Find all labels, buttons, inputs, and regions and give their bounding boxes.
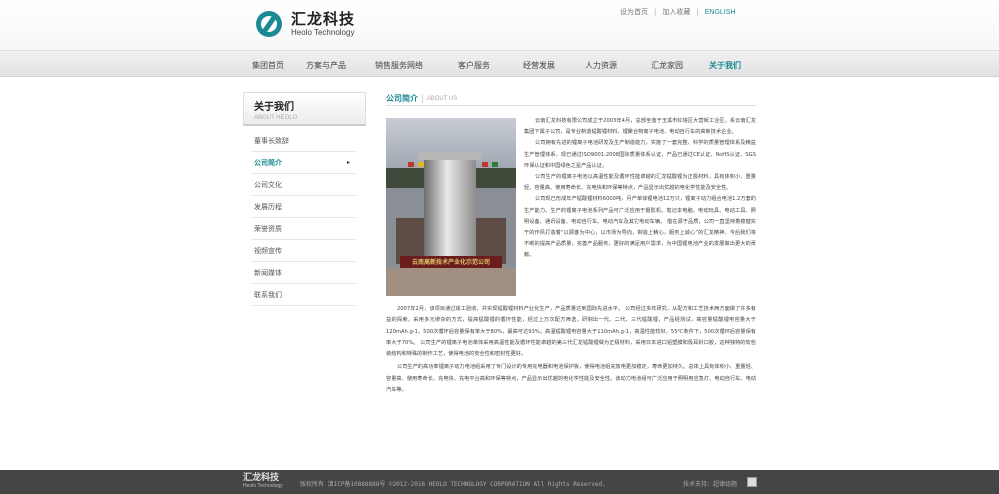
logo-en: Heolo Technology xyxy=(291,27,355,37)
paragraph: 公司拥有先进的锂离子电池研发及生产制造能力，实施了一套完整、科学的质量管理体系及… xyxy=(524,140,756,169)
sidebar-item-chairman[interactable]: 董事长致辞 xyxy=(251,130,356,152)
body-text: 2007年2月，该项目通过竣工验收，并实现锰酸锂材料产业化生产，产品质量达到国际… xyxy=(386,304,756,398)
flag xyxy=(492,162,498,167)
divider: | xyxy=(654,8,657,16)
paragraph: 公司生产的高功率锂离子动力电池组采用了专门设计的专用充电器和电池保护板，使得电池… xyxy=(386,364,756,394)
sidebar-item-honors[interactable]: 荣誉资质 xyxy=(251,218,356,240)
nav-item-hr[interactable]: 人力资源 xyxy=(585,60,617,71)
logo-cn: 汇龙科技 xyxy=(291,9,356,28)
company-logo[interactable]: 汇龙科技 Heolo Technology xyxy=(256,9,355,39)
add-favorite-link[interactable]: 加入收藏 xyxy=(662,7,690,17)
paragraph: 公司现已形成年产锰酸锂材料6000吨，月产单体锂电池12万只，锂离子动力组合电池… xyxy=(524,196,756,259)
stats-icon[interactable] xyxy=(747,477,757,487)
sidebar: 关于我们 ABOUT HEOLO 董事长致辞 公司简介 ▸ 公司文化 发展历程 … xyxy=(243,92,366,306)
paragraph: 2007年2月，该项目通过竣工验收，并实现锰酸锂材料产业化生产，产品质量达到国际… xyxy=(386,306,756,358)
company-photo: 云南高新技术产业化示范公司 xyxy=(386,118,516,296)
logo-text: 汇龙科技 Heolo Technology xyxy=(291,9,356,37)
sidebar-item-history[interactable]: 发展历程 xyxy=(251,196,356,218)
main-content: 公司简介 | ABOUT US 云南高新技术产业化示范公司 云南汇龙科技有限公司… xyxy=(386,92,756,393)
nav-item-home-community[interactable]: 汇龙家园 xyxy=(651,60,683,71)
main-nav: 集团首页 方案与产品 销售服务网络 客户服务 经营发展 人力资源 汇龙家园 关于… xyxy=(0,50,999,77)
sidebar-item-culture[interactable]: 公司文化 xyxy=(251,174,356,196)
site-header: 汇龙科技 Heolo Technology 设为首页 | 加入收藏 | ENGL… xyxy=(0,0,999,50)
english-link[interactable]: ENGLISH xyxy=(705,9,736,16)
section-title-cn: 公司简介 xyxy=(386,94,418,103)
sidebar-item-video[interactable]: 视频宣传 xyxy=(251,240,356,262)
photo-monument xyxy=(418,152,482,266)
section-title: 公司简介 | ABOUT US xyxy=(386,92,756,106)
nav-item-about-us[interactable]: 关于我们 xyxy=(709,60,741,71)
tech-support-text: 技术支持：超律组题 xyxy=(683,481,738,488)
paragraph: 云南汇龙科技有限公司成立于2003年4月，总部坐落于玉溪市红塔区大营街工业区，系… xyxy=(524,118,756,136)
divider: | xyxy=(421,94,424,103)
set-homepage-link[interactable]: 设为首页 xyxy=(620,7,648,17)
footer-logo-en: Heolo Technology xyxy=(243,483,283,489)
copyright-text: 版权所有 滇ICP备10888888号 ©2012-2016 HEOLO TEC… xyxy=(300,481,606,488)
divider: | xyxy=(696,8,699,16)
nav-item-home[interactable]: 集团首页 xyxy=(252,60,284,71)
nav-item-sales-network[interactable]: 销售服务网络 xyxy=(375,60,423,71)
nav-item-development[interactable]: 经营发展 xyxy=(523,60,555,71)
flag xyxy=(408,162,414,167)
flag xyxy=(482,162,488,167)
logo-icon xyxy=(256,11,282,37)
photo-floor xyxy=(386,268,516,296)
sidebar-item-news[interactable]: 新闻媒体 xyxy=(251,262,356,284)
sidebar-item-contact[interactable]: 联系我们 xyxy=(251,284,356,306)
sidebar-title: 关于我们 xyxy=(254,102,294,113)
sidebar-item-label: 公司简介 xyxy=(254,159,282,167)
sidebar-header: 关于我们 ABOUT HEOLO xyxy=(243,92,366,126)
arrow-right-icon: ▸ xyxy=(346,159,350,166)
section-title-en: ABOUT US xyxy=(426,95,458,102)
site-footer: 汇龙科技 Heolo Technology 版权所有 滇ICP备10888888… xyxy=(0,470,999,494)
sidebar-item-profile[interactable]: 公司简介 ▸ xyxy=(251,152,356,174)
top-links: 设为首页 | 加入收藏 | ENGLISH xyxy=(620,7,735,17)
sidebar-list: 董事长致辞 公司简介 ▸ 公司文化 发展历程 荣誉资质 视频宣传 新闻媒体 联系… xyxy=(251,130,356,306)
nav-item-customer-service[interactable]: 客户服务 xyxy=(458,60,490,71)
nav-item-solutions[interactable]: 方案与产品 xyxy=(306,60,346,71)
footer-logo-cn: 汇龙科技 xyxy=(243,473,280,483)
intro-text: 云南汇龙科技有限公司成立于2003年4月，总部坐落于玉溪市红塔区大营街工业区，系… xyxy=(524,116,756,262)
footer-logo: 汇龙科技 Heolo Technology xyxy=(243,474,283,489)
sidebar-subtitle: ABOUT HEOLO xyxy=(254,115,298,121)
paragraph: 公司生产的锂离子电池以高温性能及循环性能卓越的汇龙锰酸锂为正极材料，具有体积小、… xyxy=(524,174,756,192)
